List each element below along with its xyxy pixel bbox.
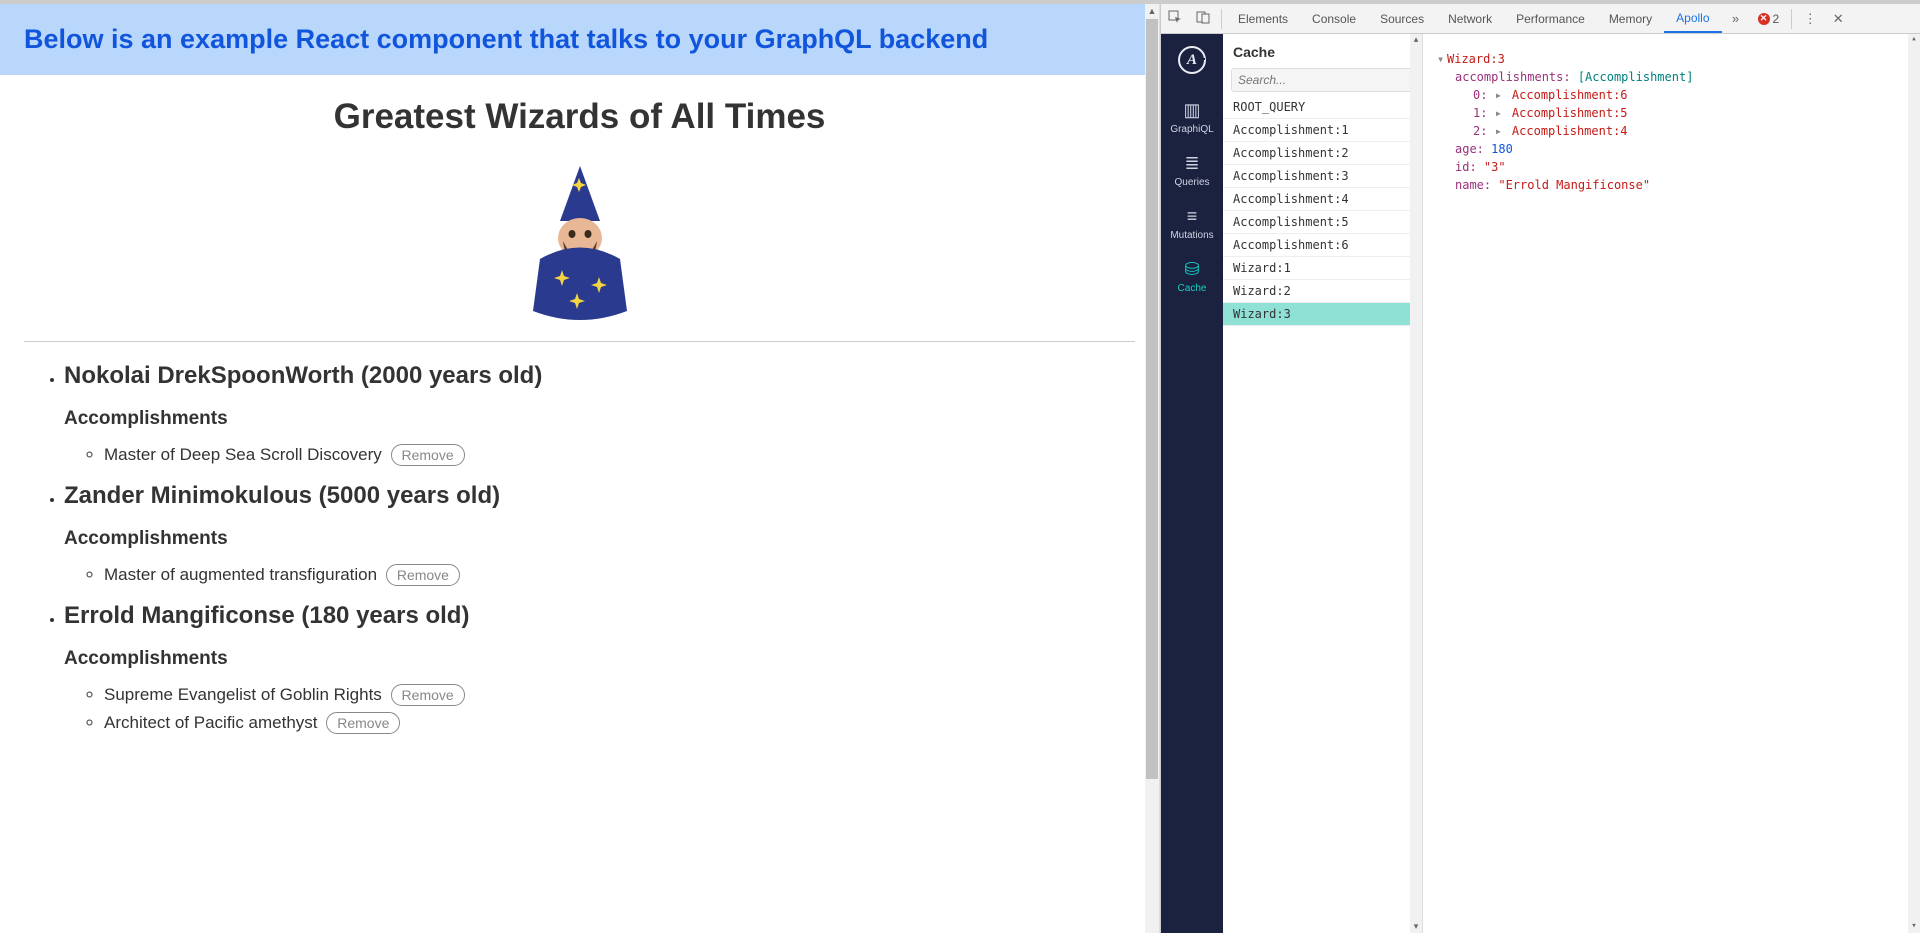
apollo-nav-label: Mutations: [1170, 230, 1213, 241]
separator: [1791, 9, 1792, 29]
apollo-nav-label: GraphiQL: [1170, 124, 1213, 135]
kebab-menu-icon[interactable]: ⋮: [1796, 11, 1824, 27]
apollo-nav-label: Cache: [1178, 283, 1207, 294]
apollo-nav-queries[interactable]: ≣ Queries: [1161, 145, 1223, 194]
scroll-thumb[interactable]: [1146, 19, 1158, 779]
accomplishment-text: Supreme Evangelist of Goblin Rights: [104, 685, 387, 704]
cache-item[interactable]: ROOT_QUERY: [1223, 96, 1422, 119]
accomplishment-text: Master of augmented transfiguration: [104, 565, 382, 584]
cache-item[interactable]: Accomplishment:2: [1223, 142, 1422, 165]
apollo-nav-label: Queries: [1174, 177, 1209, 188]
apollo-logo-icon: A: [1178, 46, 1206, 74]
app-pane: Below is an example React component that…: [0, 4, 1160, 933]
detail-scrollbar[interactable]: ▴ ▾: [1908, 34, 1920, 933]
accomplishment-text: Architect of Pacific amethyst: [104, 713, 322, 732]
apollo-nav-graphiql[interactable]: ▥ GraphiQL: [1161, 92, 1223, 141]
scroll-down-icon[interactable]: ▾: [1911, 921, 1916, 933]
wizard-item: Errold Mangificonse (180 years old) Accom…: [64, 602, 1135, 734]
wizard-illustration: [24, 161, 1135, 321]
scroll-up-icon[interactable]: ▴: [1911, 34, 1916, 46]
devtools-tab-apollo[interactable]: Apollo: [1664, 4, 1721, 33]
cache-item[interactable]: Wizard:2: [1223, 280, 1422, 303]
queries-icon: ≣: [1161, 153, 1223, 174]
cache-item[interactable]: Accomplishment:1: [1223, 119, 1422, 142]
caret-right-icon: ▸: [1495, 86, 1505, 104]
separator: [1221, 9, 1222, 29]
apollo-nav-cache[interactable]: ⛁ Cache: [1161, 251, 1223, 300]
devtools-panel: ElementsConsoleSourcesNetworkPerformance…: [1160, 4, 1920, 933]
devtools-tab-console[interactable]: Console: [1300, 4, 1368, 33]
page-title: Greatest Wizards of All Times: [24, 97, 1135, 137]
devtools-tab-elements[interactable]: Elements: [1226, 4, 1300, 33]
mutations-icon: ≡: [1161, 206, 1223, 227]
scroll-up-icon[interactable]: ▲: [1148, 4, 1157, 18]
caret-down-icon: ▾: [1437, 50, 1447, 68]
error-count: 2: [1773, 12, 1780, 26]
wizard-heading: Nokolai DrekSpoonWorth (2000 years old): [64, 362, 1135, 390]
device-toolbar-icon[interactable]: [1189, 10, 1217, 27]
caret-right-icon: ▸: [1495, 122, 1505, 140]
inspect-element-icon[interactable]: [1161, 10, 1189, 27]
wizard-item: Zander Minimokulous (5000 years old) Acco…: [64, 482, 1135, 586]
tree-root[interactable]: ▾Wizard:3: [1437, 50, 1900, 68]
devtools-tab-performance[interactable]: Performance: [1504, 4, 1597, 33]
cache-item[interactable]: Accomplishment:6: [1223, 234, 1422, 257]
graphiql-icon: ▥: [1161, 100, 1223, 121]
accomplishments-header: Accomplishments: [64, 528, 1135, 550]
cache-item[interactable]: Accomplishment:5: [1223, 211, 1422, 234]
cache-item[interactable]: Accomplishment:3: [1223, 165, 1422, 188]
cache-scrollbar[interactable]: ▴ ▾: [1410, 34, 1422, 933]
cache-item[interactable]: Wizard:1: [1223, 257, 1422, 280]
error-icon: ✕: [1758, 13, 1770, 25]
cache-search-input[interactable]: [1231, 68, 1414, 92]
cache-header: Cache: [1223, 34, 1422, 68]
remove-button[interactable]: Remove: [391, 444, 465, 466]
scroll-up-icon[interactable]: ▴: [1414, 34, 1419, 46]
scroll-down-icon[interactable]: ▾: [1414, 921, 1419, 933]
tree-id[interactable]: id: "3": [1437, 158, 1900, 176]
cache-column: Cache ROOT_QUERYAccomplishment:1Accompli…: [1223, 34, 1423, 933]
tree-age[interactable]: age: 180: [1437, 140, 1900, 158]
wizard-heading: Zander Minimokulous (5000 years old): [64, 482, 1135, 510]
accomplishment-item: Master of augmented transfiguration Remo…: [104, 564, 1135, 586]
apollo-nav-mutations[interactable]: ≡ Mutations: [1161, 198, 1223, 247]
wizard-heading: Errold Mangificonse (180 years old): [64, 602, 1135, 630]
cache-item[interactable]: Accomplishment:4: [1223, 188, 1422, 211]
tree-accomplishments[interactable]: accomplishments: [Accomplishment]: [1437, 68, 1900, 86]
devtools-tab-memory[interactable]: Memory: [1597, 4, 1664, 33]
remove-button[interactable]: Remove: [326, 712, 400, 734]
tree-accomplishment-ref[interactable]: 2: ▸ Accomplishment:4: [1437, 122, 1900, 140]
accomplishments-header: Accomplishments: [64, 648, 1135, 670]
cache-list: ROOT_QUERYAccomplishment:1Accomplishment…: [1223, 96, 1422, 933]
wizard-item: Nokolai DrekSpoonWorth (2000 years old) A…: [64, 362, 1135, 466]
accomplishment-item: Supreme Evangelist of Goblin Rights Remo…: [104, 684, 1135, 706]
accomplishment-list: Master of Deep Sea Scroll Discovery Remo…: [64, 444, 1135, 466]
app-scrollbar[interactable]: ▲: [1145, 4, 1159, 933]
devtools-tab-network[interactable]: Network: [1436, 4, 1504, 33]
apollo-sidebar: A ▥ GraphiQL ≣ Queries ≡ Mutations ⛁ Cache: [1161, 34, 1223, 933]
tree-accomplishment-ref[interactable]: 0: ▸ Accomplishment:6: [1437, 86, 1900, 104]
wizards-list: Nokolai DrekSpoonWorth (2000 years old) A…: [24, 362, 1135, 734]
cache-item[interactable]: Wizard:3: [1223, 303, 1422, 326]
devtools-tabbar: ElementsConsoleSourcesNetworkPerformance…: [1161, 4, 1920, 34]
tree-name[interactable]: name: "Errold Mangificonse": [1437, 176, 1900, 194]
more-tabs-icon[interactable]: »: [1722, 11, 1750, 26]
accomplishments-header: Accomplishments: [64, 408, 1135, 430]
accomplishment-list: Master of augmented transfiguration Remo…: [64, 564, 1135, 586]
divider: [24, 341, 1135, 342]
remove-button[interactable]: Remove: [386, 564, 460, 586]
accomplishment-text: Master of Deep Sea Scroll Discovery: [104, 445, 387, 464]
error-badge[interactable]: ✕ 2: [1758, 12, 1780, 26]
remove-button[interactable]: Remove: [391, 684, 465, 706]
accomplishment-list: Supreme Evangelist of Goblin Rights Remo…: [64, 684, 1135, 734]
example-banner: Below is an example React component that…: [0, 4, 1159, 75]
caret-right-icon: ▸: [1495, 104, 1505, 122]
accomplishment-item: Architect of Pacific amethyst Remove: [104, 712, 1135, 734]
accomplishment-item: Master of Deep Sea Scroll Discovery Remo…: [104, 444, 1135, 466]
devtools-tab-sources[interactable]: Sources: [1368, 4, 1436, 33]
cache-detail-column: ▾Wizard:3accomplishments: [Accomplishmen…: [1423, 34, 1920, 933]
close-devtools-icon[interactable]: ✕: [1824, 11, 1852, 27]
tree-accomplishment-ref[interactable]: 1: ▸ Accomplishment:5: [1437, 104, 1900, 122]
cache-icon: ⛁: [1161, 259, 1223, 280]
